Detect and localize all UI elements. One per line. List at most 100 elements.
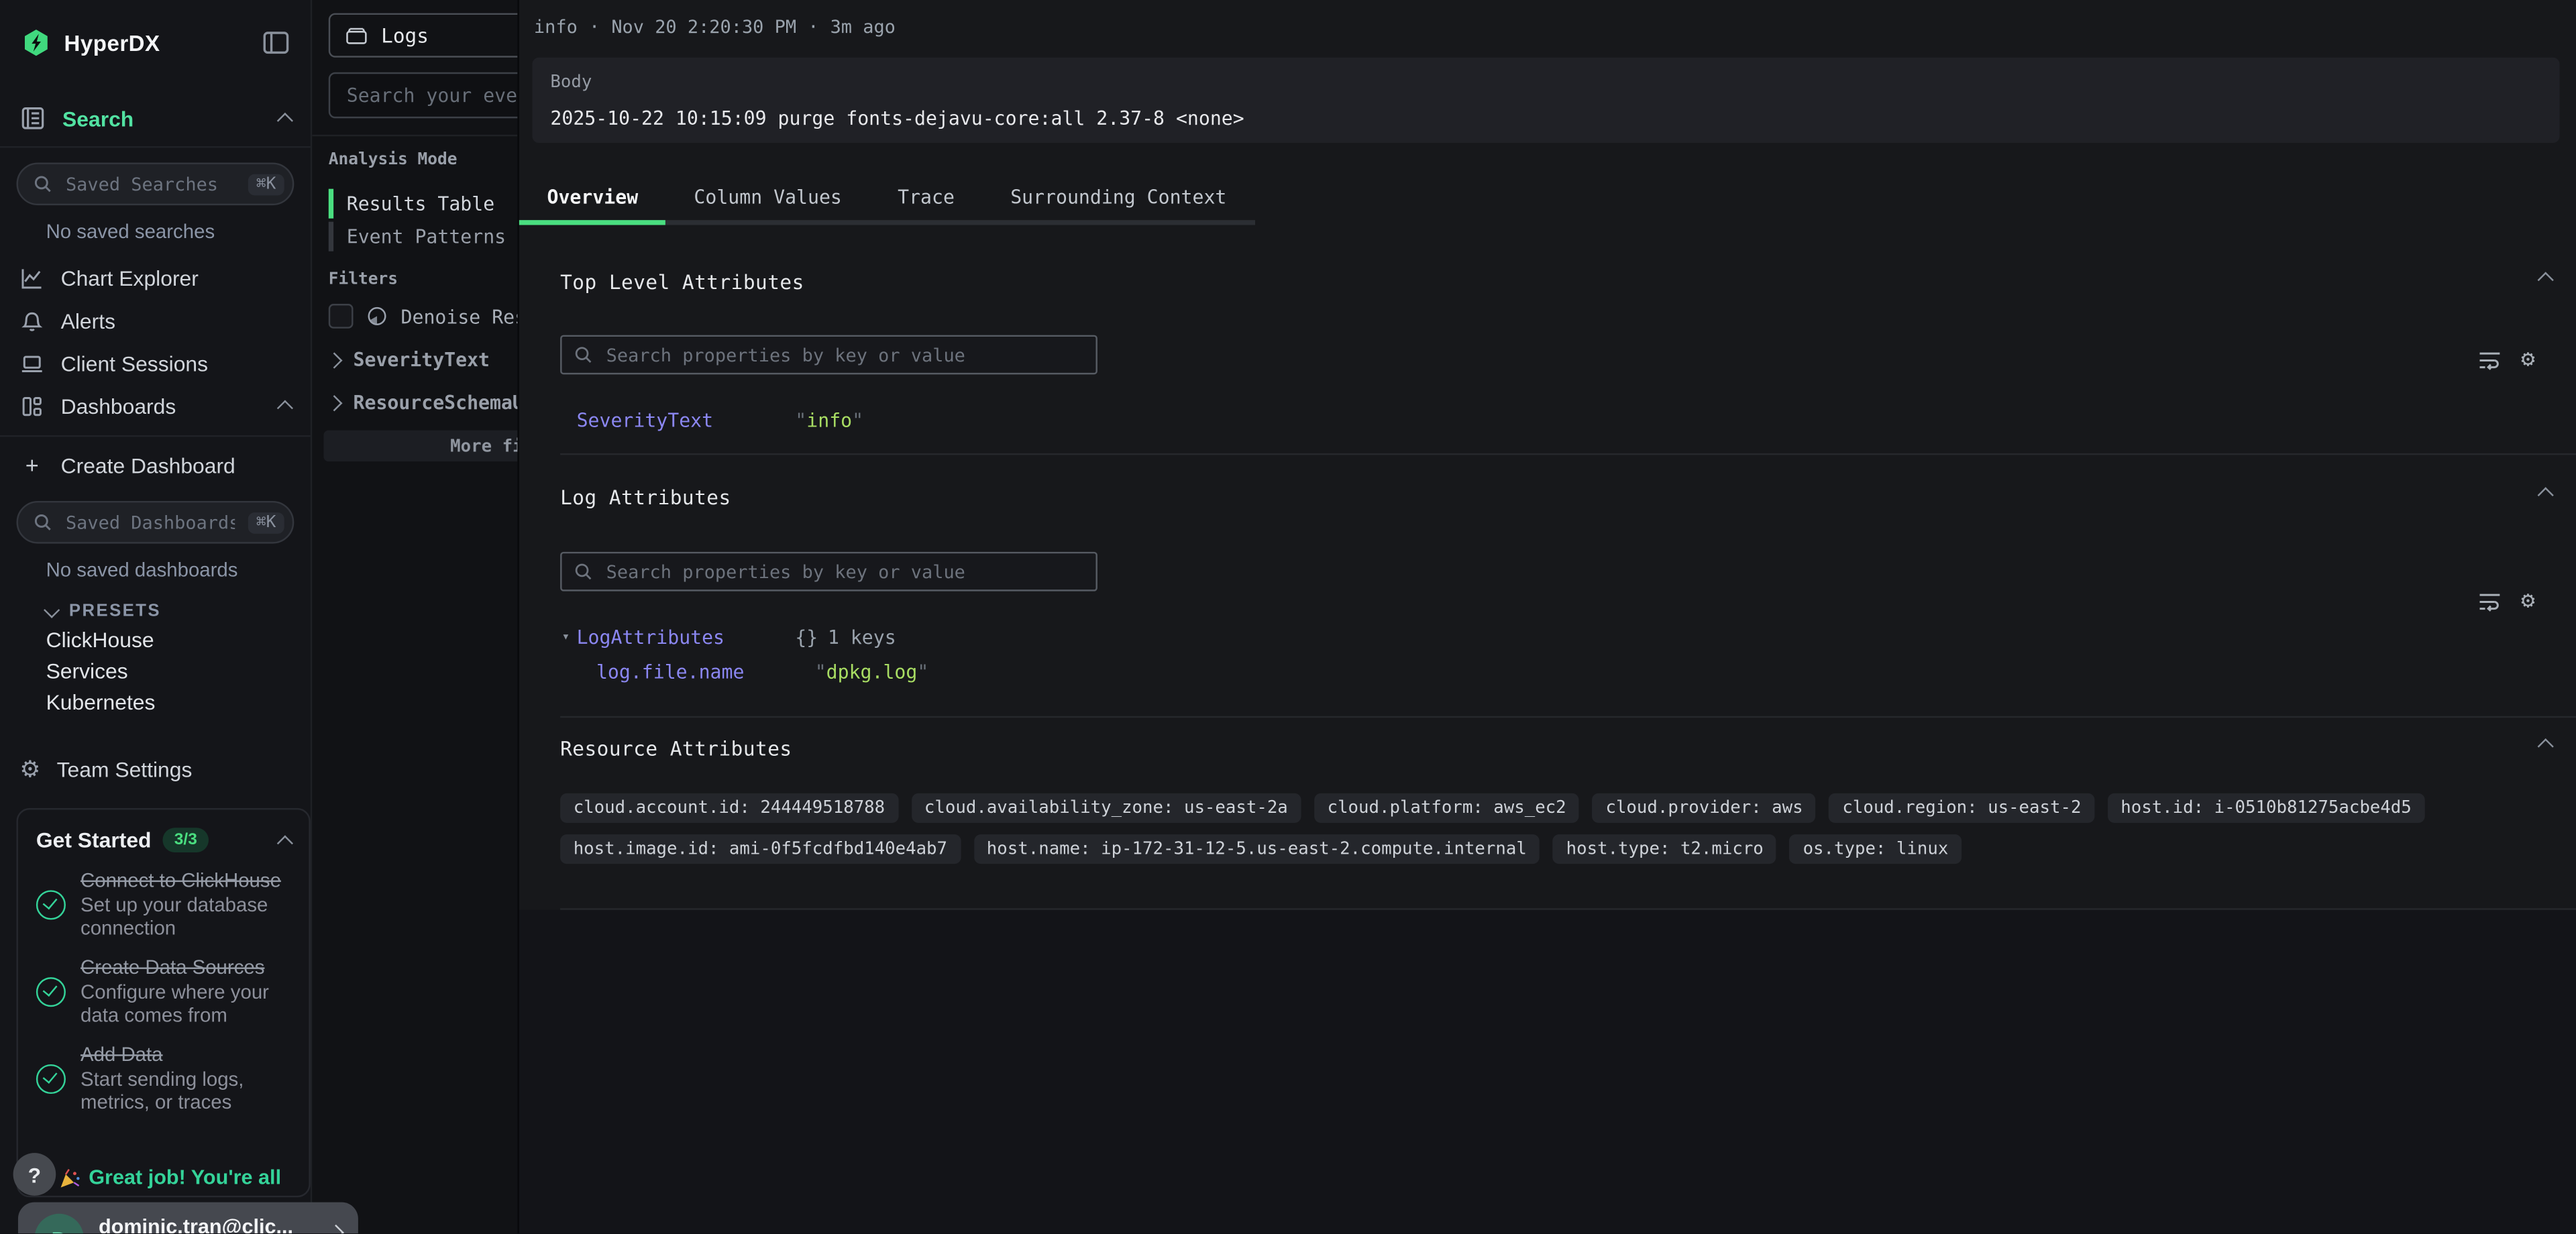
sidebar-item-label: Dashboards	[61, 394, 176, 418]
mode-label: Event Patterns	[347, 225, 506, 248]
search-icon	[574, 562, 593, 581]
collapse-section-icon[interactable]	[2538, 272, 2554, 288]
task-add-data[interactable]: Add Data Start sending logs, metrics, or…	[36, 1043, 291, 1113]
denoise-icon	[366, 306, 388, 327]
resource-chip[interactable]: host.id: i-0510b81275acbe4d5	[2108, 793, 2425, 823]
more-filters-button[interactable]: More filters	[323, 431, 517, 462]
resource-chip[interactable]: cloud.account.id: 244449518788	[560, 793, 898, 823]
check-circle-icon	[36, 976, 66, 1006]
event-search-input[interactable]	[343, 82, 518, 108]
task-title[interactable]: Create Data Sources	[80, 956, 290, 980]
analysis-mode-label: Analysis Mode	[329, 151, 458, 169]
saved-dashboards-search[interactable]: ⌘K	[16, 501, 294, 544]
chip-row: host.image.id: ami-0f5fcdfbd140e4ab7 hos…	[560, 834, 2576, 864]
resource-chip[interactable]: host.type: t2.micro	[1553, 834, 1776, 864]
collapse-section-icon[interactable]	[2538, 487, 2554, 503]
sidebar-item-label: Client Sessions	[61, 351, 208, 376]
attribute-key[interactable]: SeverityText	[577, 409, 796, 432]
preset-item-kubernetes[interactable]: Kubernetes	[46, 691, 311, 714]
chevron-up-icon[interactable]	[277, 400, 293, 416]
chevron-up-icon[interactable]	[277, 113, 293, 129]
sidebar-item-search[interactable]: Search	[0, 99, 311, 138]
dot-separator: ·	[589, 16, 600, 38]
gear-icon[interactable]: ⚙	[2521, 348, 2535, 371]
body-label: Body	[550, 72, 2541, 92]
resource-chip[interactable]: cloud.region: us-east-2	[1829, 793, 2094, 823]
triangle-down-icon[interactable]: ▾	[562, 629, 570, 644]
resource-chip[interactable]: cloud.platform: aws_ec2	[1314, 793, 1579, 823]
sidebar-item-alerts[interactable]: Alerts	[0, 299, 311, 342]
resource-chip[interactable]: os.type: linux	[1790, 834, 1962, 864]
create-dashboard-button[interactable]: + Create Dashboard	[0, 443, 311, 486]
tab-trace[interactable]: Trace	[870, 176, 983, 220]
wrap-lines-icon[interactable]	[2477, 590, 2502, 612]
congrats-message: Great job! You're all	[59, 1166, 281, 1189]
resource-chip[interactable]: host.image.id: ami-0f5fcdfbd140e4ab7	[560, 834, 961, 864]
section-tools: ⚙	[2477, 348, 2535, 371]
presets-toggle[interactable]: PRESETS	[46, 601, 311, 620]
saved-dashboards-input[interactable]	[62, 510, 238, 535]
search-icon	[33, 512, 52, 532]
user-menu[interactable]: D dominic.tran@clic... dominic.tran@clic…	[18, 1202, 358, 1234]
attribute-key[interactable]: log.file.name	[596, 660, 815, 683]
denoise-checkbox[interactable]	[329, 304, 354, 329]
event-detail-panel: info · Nov 20 2:20:30 PM · 3m ago Body 2…	[517, 0, 2576, 1233]
chip-row: cloud.account.id: 244449518788 cloud.ava…	[560, 793, 2576, 823]
database-icon	[345, 25, 368, 46]
denoise-results-filter[interactable]: Denoise Results	[329, 304, 518, 329]
resource-chip[interactable]: cloud.provider: aws	[1593, 793, 1816, 823]
section-log-attributes: Log Attributes ⚙	[560, 480, 2576, 718]
property-search-box[interactable]	[560, 552, 1097, 592]
mode-event-patterns[interactable]: Event Patterns	[329, 222, 506, 251]
body-text: 2025-10-22 10:15:09 purge fonts-dejavu-c…	[550, 107, 2541, 129]
task-title[interactable]: Connect to ClickHouse	[80, 869, 290, 894]
task-desc: Start sending logs, metrics, or traces	[80, 1069, 290, 1113]
gear-icon: ⚙	[19, 756, 40, 781]
task-connect-clickhouse[interactable]: Connect to ClickHouse Set up your databa…	[36, 869, 291, 940]
collapse-sidebar-icon[interactable]	[263, 32, 289, 54]
sidebar-item-label: Search	[62, 106, 133, 131]
task-create-data-sources[interactable]: Create Data Sources Configure where your…	[36, 956, 291, 1026]
tab-surrounding-context[interactable]: Surrounding Context	[983, 176, 1254, 220]
chart-icon	[19, 266, 44, 290]
get-started-card: Get Started 3/3 Connect to ClickHouse Se…	[16, 808, 310, 1197]
tab-overview[interactable]: Overview	[519, 176, 666, 220]
sidebar-item-client-sessions[interactable]: Client Sessions	[0, 341, 311, 384]
property-search-box[interactable]	[560, 335, 1097, 375]
property-search-input[interactable]	[603, 343, 1085, 368]
sidebar-item-dashboards[interactable]: Dashboards	[0, 384, 311, 427]
tab-column-values[interactable]: Column Values	[666, 176, 870, 220]
attribute-key[interactable]: LogAttributes	[577, 626, 796, 649]
attribute-value[interactable]: info	[795, 409, 863, 432]
source-selector[interactable]: Logs	[329, 13, 518, 58]
preset-item-services[interactable]: Services	[46, 660, 311, 683]
saved-searches-search[interactable]: ⌘K	[16, 162, 294, 205]
collapse-section-icon[interactable]	[2538, 738, 2554, 754]
task-title[interactable]: Add Data	[80, 1043, 290, 1068]
attribute-tree-root: ▾ LogAttributes {}1 keys	[560, 626, 2576, 649]
preset-item-clickhouse[interactable]: ClickHouse	[46, 629, 311, 652]
resource-chip[interactable]: cloud.availability_zone: us-east-2a	[911, 793, 1301, 823]
section-resource-attributes: Resource Attributes cloud.account.id: 24…	[560, 731, 2576, 910]
chevron-right-icon	[328, 1225, 344, 1233]
chevron-up-icon[interactable]	[277, 834, 293, 850]
task-desc: Set up your database connection	[80, 895, 290, 940]
dot-separator: ·	[808, 16, 818, 38]
progress-badge: 3/3	[163, 828, 209, 852]
gear-icon[interactable]: ⚙	[2521, 590, 2535, 612]
sidebar-item-team-settings[interactable]: ⚙ Team Settings	[0, 747, 311, 790]
saved-searches-input[interactable]	[62, 172, 238, 197]
resource-chip[interactable]: host.name: ip-172-31-12-5.us-east-2.comp…	[973, 834, 1540, 864]
mode-results-table[interactable]: Results Table	[329, 189, 494, 219]
filter-group-resourceschemaurl[interactable]: ResourceSchemaUrl	[329, 391, 518, 414]
sidebar-item-chart-explorer[interactable]: Chart Explorer	[0, 256, 311, 299]
create-dashboard-label: Create Dashboard	[61, 453, 235, 478]
get-started-title: Get Started	[36, 828, 152, 852]
property-search-input[interactable]	[603, 559, 1085, 584]
event-search-box[interactable]	[329, 72, 518, 119]
wrap-lines-icon[interactable]	[2477, 348, 2502, 371]
get-started-header[interactable]: Get Started 3/3	[36, 828, 291, 852]
attribute-value[interactable]: dpkg.log	[815, 660, 929, 683]
help-button[interactable]: ?	[13, 1153, 56, 1196]
filter-group-severitytext[interactable]: SeverityText	[329, 348, 490, 371]
